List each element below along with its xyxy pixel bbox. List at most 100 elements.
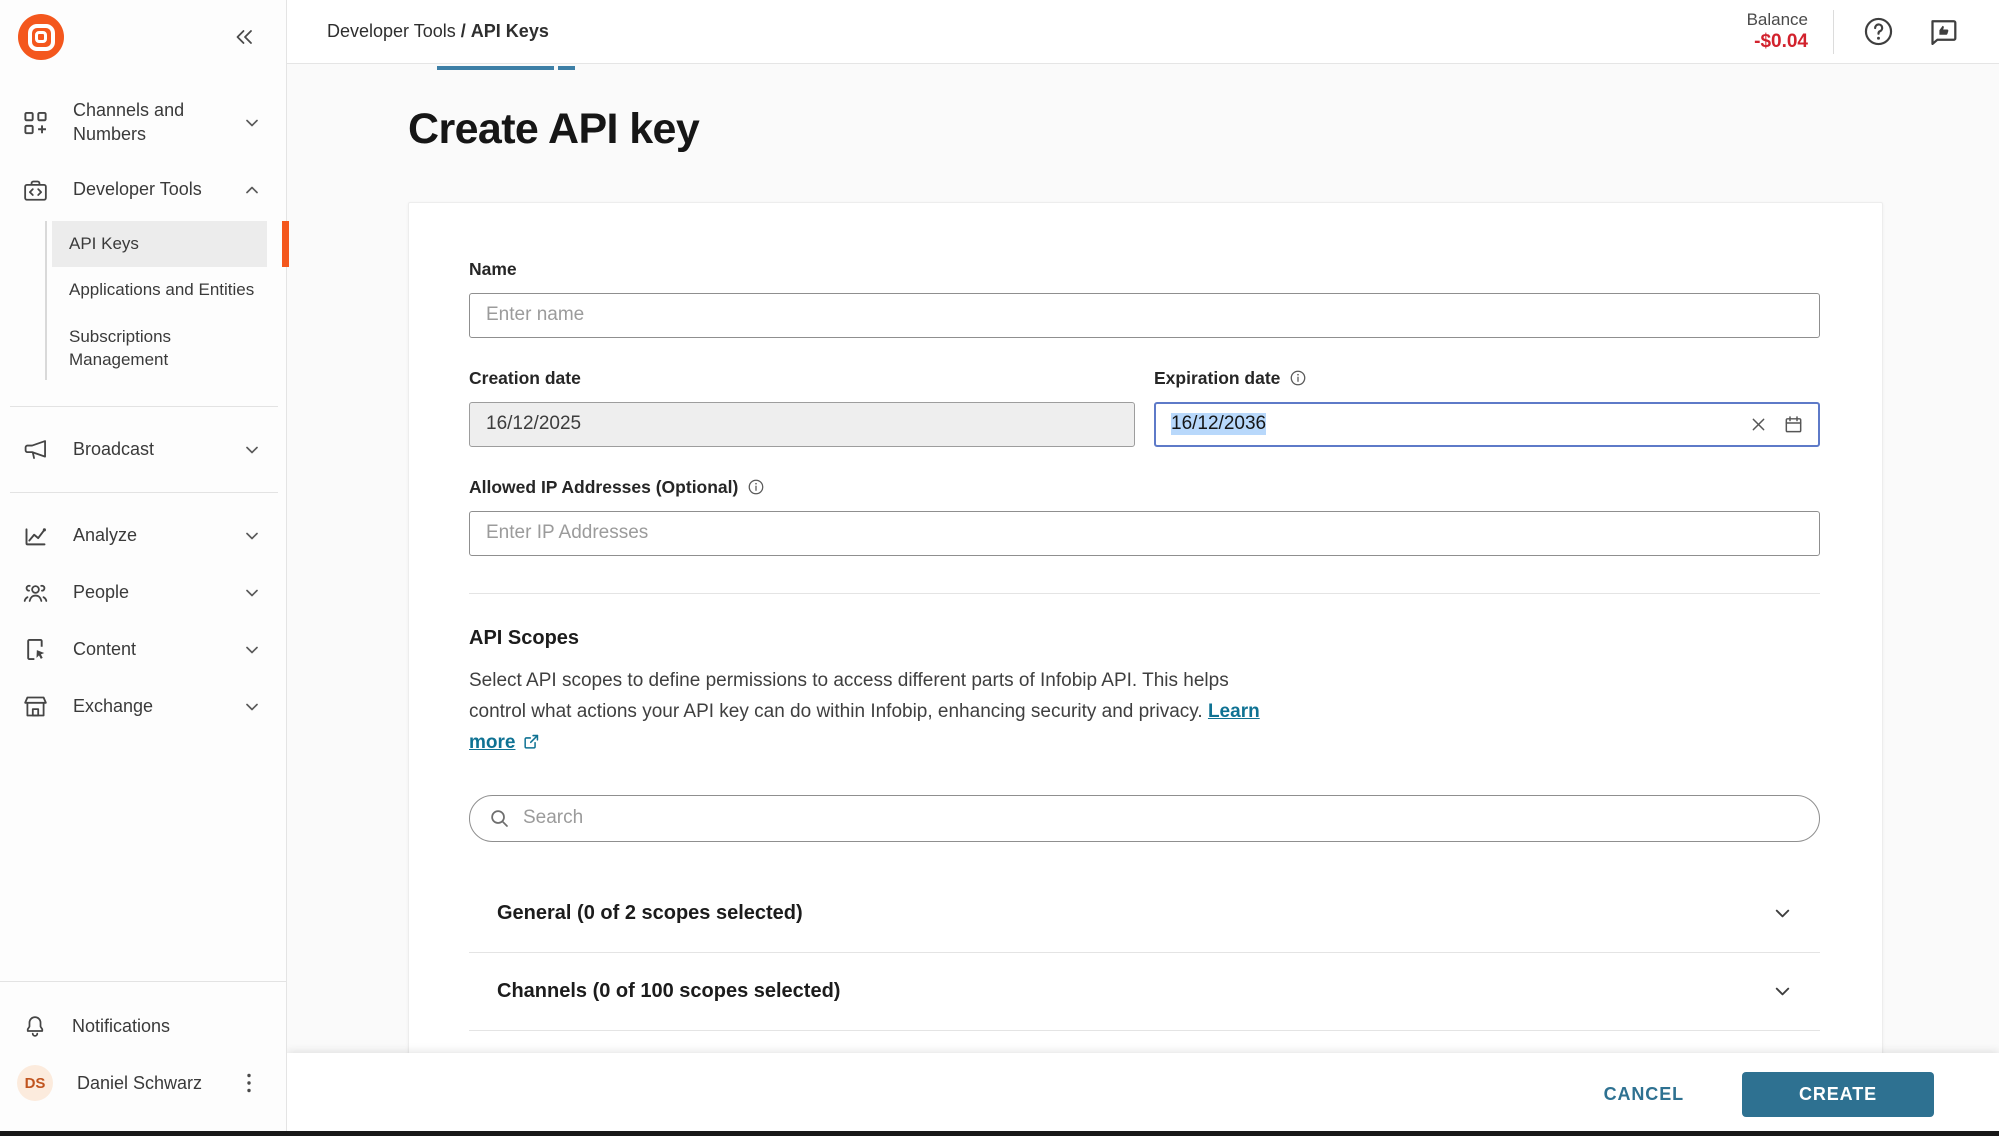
developer-tools-icon [22,177,49,204]
chevron-down-icon [242,640,262,660]
sidebar-subitem-api-keys[interactable]: API Keys [52,221,267,268]
sidebar-item-exchange[interactable]: Exchange [0,678,286,735]
sidebar-subitem-label: Applications and Entities [69,280,254,299]
divider [10,492,278,493]
api-scopes-description-text: Select API scopes to define permissions … [469,670,1229,722]
sidebar-subitem-label: API Keys [69,234,139,253]
broadcast-icon [22,436,49,463]
breadcrumb-current: API Keys [471,21,549,41]
api-scopes-heading: API Scopes [469,627,1820,650]
close-icon [1749,415,1768,434]
search-input[interactable] [469,795,1820,842]
exchange-icon [22,693,49,720]
question-circle-icon [1861,14,1896,49]
info-icon[interactable] [747,478,765,496]
analyze-icon [22,522,49,549]
allowed-ip-label: Allowed IP Addresses (Optional) [469,477,1820,498]
sidebar-item-content[interactable]: Content [0,621,286,678]
scope-group-general[interactable]: General (0 of 2 scopes selected) [469,875,1820,952]
info-icon[interactable] [1289,369,1307,387]
sidebar-item-label: Analyze [73,524,218,548]
infobip-logo-icon[interactable] [18,14,64,60]
external-link-icon [522,732,541,751]
chevron-down-icon [242,440,262,460]
chevron-up-icon [242,180,262,200]
scope-groups: General (0 of 2 scopes selected) Channel… [469,875,1820,1053]
bell-icon [22,1013,48,1039]
scope-group-label: Channels (0 of 100 scopes selected) [497,980,840,1003]
scope-group-connectivity[interactable]: Connectivity (0 of 6 scopes selected) [469,1030,1820,1053]
sidebar-subitem-subscriptions-management[interactable]: Subscriptions Management [0,314,240,384]
sidebar-item-channels-and-numbers[interactable]: Channels and Numbers [0,84,286,162]
chevron-down-icon [1771,980,1794,1003]
divider [469,593,1820,594]
creation-date-label: Creation date [469,368,1135,389]
top-header: Developer Tools / API Keys Balance -$0.0… [287,0,1999,64]
api-scopes-description: Select API scopes to define permissions … [469,665,1287,758]
name-input[interactable] [469,293,1820,338]
sidebar-footer: Notifications DS Daniel Schwarz [0,981,286,1136]
breadcrumb-root[interactable]: Developer Tools [327,21,456,41]
search-icon [488,807,511,830]
screen-bottom-edge [0,1131,1999,1136]
developer-tools-submenu: API Keys Applications and Entities Subsc… [0,219,286,393]
expiration-date-input[interactable]: 16/12/2036 [1154,402,1820,447]
calendar-icon [1783,414,1804,435]
expiration-date-label-text: Expiration date [1154,368,1280,389]
sidebar-item-label: People [73,581,218,605]
balance-widget[interactable]: Balance -$0.04 [1747,9,1808,54]
name-label: Name [469,259,1820,280]
scope-group-label: General (0 of 2 scopes selected) [497,902,803,925]
breadcrumb-separator: / [461,21,466,41]
content-icon [22,636,49,663]
scope-group-channels[interactable]: Channels (0 of 100 scopes selected) [469,952,1820,1030]
sidebar-item-label: Channels and Numbers [73,99,218,147]
scope-search [469,795,1820,842]
sidebar-item-label: Developer Tools [73,178,218,202]
create-api-key-form-card: Name Creation date Expiration date 16/12… [408,202,1883,1053]
calendar-picker-button[interactable] [1783,414,1804,435]
people-icon [22,579,49,606]
expiration-date-label: Expiration date [1154,368,1820,389]
allowed-ip-label-text: Allowed IP Addresses (Optional) [469,477,738,498]
chevron-down-icon [242,526,262,546]
create-button[interactable]: CREATE [1742,1072,1934,1117]
expiration-date-value: 16/12/2036 [1171,413,1266,435]
chevron-down-icon [242,697,262,717]
breadcrumb: Developer Tools / API Keys [327,21,549,42]
channels-numbers-icon [22,109,49,136]
sidebar: Channels and Numbers Developer Tools API… [0,0,287,1136]
user-more-button[interactable] [240,1070,258,1096]
sidebar-item-broadcast[interactable]: Broadcast [0,421,286,478]
page-title: Create API key [408,104,1999,156]
user-name: Daniel Schwarz [77,1073,216,1094]
sidebar-subitem-label: Subscriptions Management [69,327,171,369]
chevron-down-icon [242,583,262,603]
allowed-ip-input[interactable] [469,511,1820,556]
active-tab-indicator [437,66,554,70]
notifications-button[interactable]: Notifications [0,1000,286,1052]
help-button[interactable] [1859,12,1898,51]
feedback-bubble-icon [1925,14,1961,50]
chevron-down-icon [242,113,262,133]
sidebar-item-people[interactable]: People [0,564,286,621]
double-chevron-left-icon [232,25,256,49]
sidebar-subitem-applications-and-entities[interactable]: Applications and Entities [0,267,286,314]
notifications-label: Notifications [72,1016,170,1037]
user-menu[interactable]: DS Daniel Schwarz [0,1052,286,1114]
page-content: Create API key Name Creation date Expira… [287,64,1999,1053]
form-action-bar: CANCEL CREATE [287,1053,1999,1136]
sidebar-item-developer-tools[interactable]: Developer Tools [0,162,286,219]
divider [10,406,278,407]
chevron-down-icon [1771,902,1794,925]
divider [1833,10,1834,54]
kebab-menu-icon [246,1072,252,1094]
sidebar-collapse-button[interactable] [228,21,260,53]
clear-date-button[interactable] [1749,415,1768,434]
feedback-button[interactable] [1923,12,1963,52]
creation-date-input [469,402,1135,447]
cancel-button[interactable]: CANCEL [1598,1083,1690,1106]
sidebar-item-analyze[interactable]: Analyze [0,507,286,564]
balance-value: -$0.04 [1747,30,1808,54]
sidebar-item-label: Content [73,638,218,662]
